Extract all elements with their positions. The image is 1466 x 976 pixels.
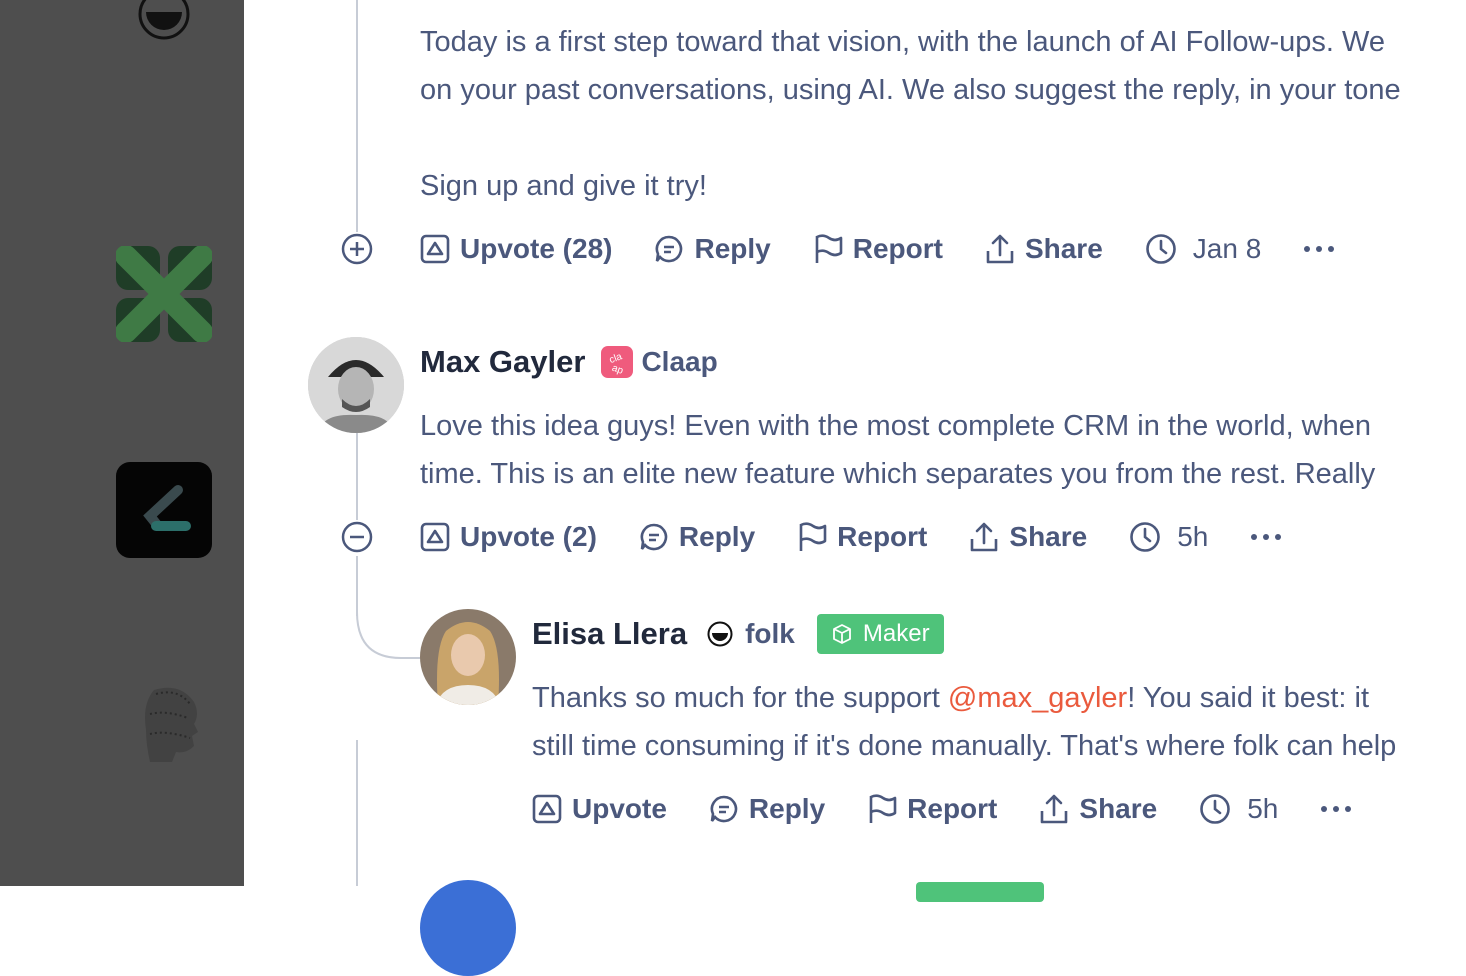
author-name[interactable]: Elisa Llera (532, 616, 687, 652)
report-label: Report (837, 521, 928, 552)
author-name[interactable]: Max Gayler (420, 344, 585, 380)
upvote-label: Upvote (572, 793, 667, 824)
green-clover-logo-icon[interactable] (115, 245, 213, 347)
comment-text-line: still time consuming if it's done manual… (532, 730, 1397, 762)
folk-logo-icon[interactable] (136, 0, 192, 47)
more-options-button[interactable] (1303, 245, 1345, 253)
dark-k-logo-icon[interactable] (116, 462, 212, 563)
share-button[interactable]: Share (969, 521, 1087, 553)
upvote-button[interactable]: Upvote (2) (420, 521, 597, 553)
comment-text: Thanks so much for the support (532, 682, 948, 714)
more-dots-icon (1251, 534, 1282, 540)
maker-label: Maker (862, 620, 930, 647)
report-button[interactable]: Report (867, 793, 997, 825)
share-button[interactable]: Share (985, 233, 1103, 265)
report-button[interactable]: Report (797, 521, 927, 553)
sidebar (0, 0, 244, 886)
upvote-button[interactable]: Upvote (28) (420, 233, 612, 265)
comment-text-line: on your past conversations, using AI. We… (420, 74, 1401, 106)
share-icon (986, 234, 1014, 264)
comment-text: ! You said it best: it (1127, 682, 1370, 714)
upvote-icon (420, 522, 450, 552)
company-name[interactable]: Claap (641, 346, 717, 378)
share-label: Share (1024, 233, 1103, 264)
reply-button[interactable]: Reply (639, 521, 755, 553)
reply-icon (656, 235, 683, 263)
comment-author-row: Elisa Llera folk Maker (532, 612, 944, 656)
upvote-icon (532, 794, 562, 824)
clock-icon (1145, 234, 1176, 264)
reply-icon (710, 795, 738, 823)
maker-badge: Maker (816, 614, 944, 654)
report-label: Report (852, 233, 943, 264)
comment-text-line: Love this idea guys! Even with the most … (420, 410, 1372, 442)
time-label: 5h (1247, 793, 1279, 824)
folk-logo-icon (707, 621, 733, 647)
comment-actions: Upvote (28) Reply Report Share Jan 8 (420, 229, 1345, 269)
comment-text-line: Today is a first step toward that vision… (420, 26, 1385, 58)
flag-icon (869, 794, 897, 823)
reply-icon (640, 523, 668, 551)
reply-label: Reply (748, 793, 826, 824)
timestamp: Jan 8 (1145, 233, 1262, 265)
timestamp: 5h (1129, 521, 1208, 553)
thread-line-top (356, 0, 358, 232)
comment-text-line: Sign up and give it try! (420, 170, 707, 202)
upvote-button[interactable]: Upvote (532, 793, 667, 825)
reply-button[interactable]: Reply (654, 233, 771, 265)
more-options-button[interactable] (1250, 533, 1292, 541)
avatar[interactable] (420, 609, 516, 705)
comment-author-row: Max Gayler cla ap Claap (420, 340, 718, 384)
reply-label: Reply (694, 233, 771, 264)
reply-label: Reply (678, 521, 756, 552)
claap-logo-icon: claap (601, 346, 634, 378)
flag-icon (815, 234, 843, 263)
upvote-label: Upvote (2) (460, 521, 597, 552)
report-button[interactable]: Report (813, 233, 943, 265)
company-name[interactable]: folk (745, 618, 795, 650)
share-icon (971, 522, 998, 552)
more-dots-icon (1304, 246, 1335, 252)
share-icon (1041, 794, 1068, 824)
reply-button[interactable]: Reply (709, 793, 825, 825)
thread-line-max (356, 432, 358, 520)
next-comment-avatar[interactable] (420, 880, 516, 976)
share-label: Share (1009, 521, 1088, 552)
collapse-thread-toggle[interactable] (341, 521, 373, 558)
time-label: 5h (1177, 521, 1209, 552)
timestamp: 5h (1199, 793, 1278, 825)
comment-actions: Upvote (2) Reply Report Share 5h (420, 517, 1292, 557)
upvote-icon (420, 234, 450, 264)
comment-text-line: Thanks so much for the support @max_gayl… (532, 674, 1369, 722)
thread-line-bottom (356, 740, 358, 886)
flag-icon (799, 522, 827, 551)
more-dots-icon (1321, 806, 1352, 812)
upvote-label: Upvote (28) (460, 233, 613, 264)
mention-link[interactable]: @max_gayler (948, 682, 1127, 714)
expand-thread-toggle[interactable] (341, 233, 373, 270)
share-button[interactable]: Share (1039, 793, 1157, 825)
thread-connector (356, 612, 421, 659)
clock-icon (1130, 522, 1161, 552)
time-label: Jan 8 (1192, 233, 1262, 264)
report-label: Report (907, 793, 998, 824)
clock-icon (1200, 794, 1231, 824)
next-comment-badge (916, 882, 1044, 902)
dotted-head-logo-icon[interactable] (136, 684, 206, 769)
thread-line-max-lower (356, 556, 358, 616)
avatar[interactable] (308, 337, 404, 433)
share-label: Share (1079, 793, 1158, 824)
more-options-button[interactable] (1320, 805, 1362, 813)
comment-text-line: time. This is an elite new feature which… (420, 458, 1376, 490)
cube-icon (832, 624, 851, 644)
comment-actions: Upvote Reply Report Share 5h (532, 789, 1362, 829)
